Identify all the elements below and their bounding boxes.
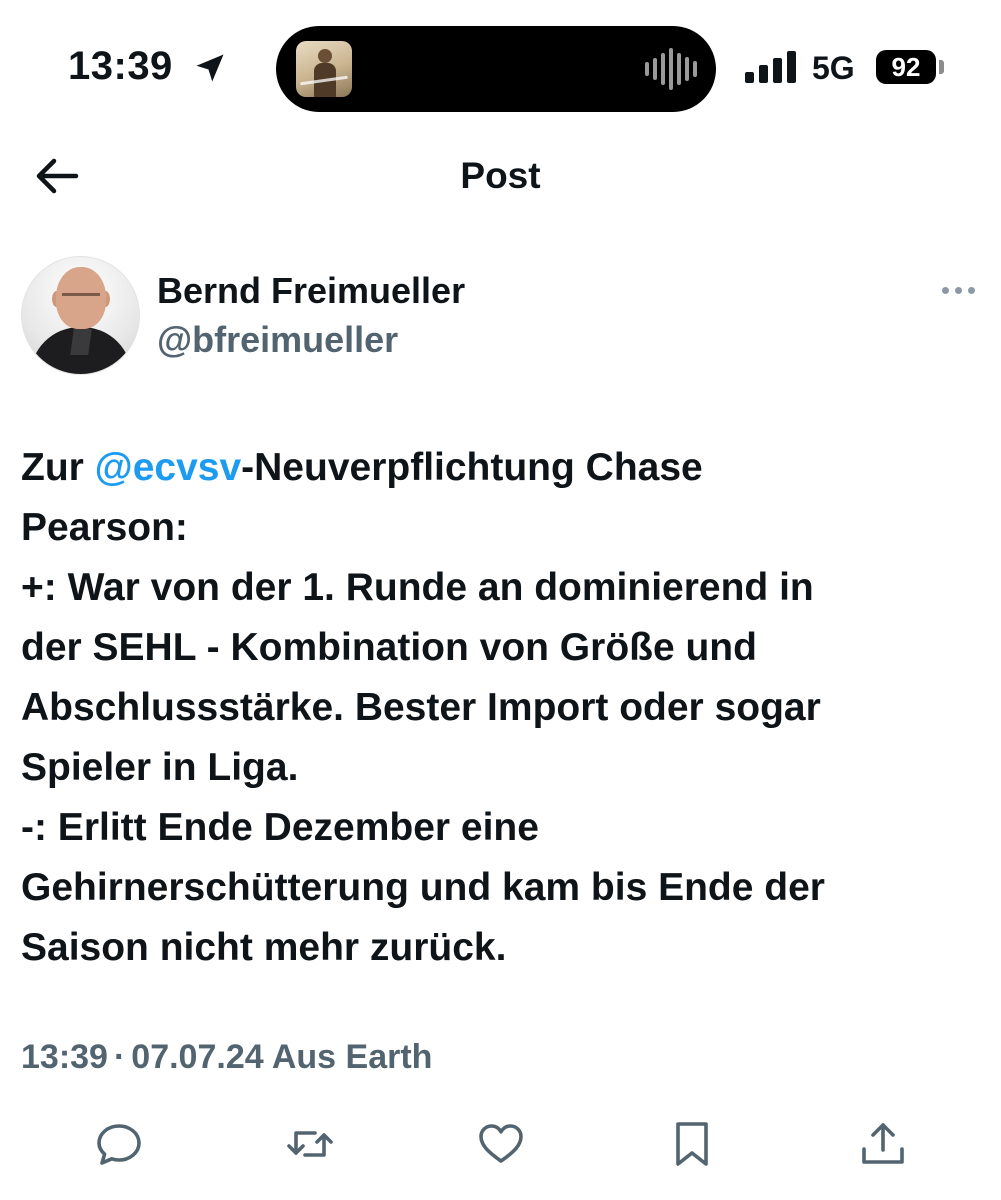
repost-icon: [287, 1131, 333, 1157]
tweet-line: Pearson:: [21, 506, 188, 549]
page-title: Post: [460, 155, 541, 196]
tweet-meta: 13:39 · 07.07.24 Aus Earth: [21, 1038, 432, 1077]
tweet-line: -: Erlitt Ende Dezember eine: [21, 806, 539, 849]
tweet-line: Abschlussstärke. Bester Import oder soga…: [21, 686, 821, 729]
tweet-line: Spieler in Liga.: [21, 746, 299, 789]
share-icon: [862, 1123, 904, 1164]
avatar[interactable]: [21, 256, 140, 375]
network-type: 5G: [812, 50, 855, 86]
share-button[interactable]: [858, 1119, 908, 1169]
tweet-line: +: War von der 1. Runde an dominierend i…: [21, 566, 814, 609]
tweet-line: Zur @ecvsv-Neuverpflichtung Chase: [21, 438, 981, 498]
author-name[interactable]: Bernd Freimueller: [157, 270, 465, 312]
tweet-line: Saison nicht mehr zurück.: [21, 926, 507, 969]
status-bar: 13:39 5G 92: [0, 0, 1001, 140]
reply-button[interactable]: [94, 1119, 144, 1169]
dynamic-island[interactable]: [276, 26, 716, 112]
more-button[interactable]: [938, 280, 978, 302]
like-heart-icon: [479, 1124, 523, 1163]
cellular-signal-icon: [745, 51, 796, 83]
bookmark-icon: [676, 1122, 708, 1166]
tweet-line: der SEHL - Kombination von Größe und: [21, 626, 757, 669]
bookmark-button[interactable]: [667, 1119, 717, 1169]
reply-icon: [97, 1124, 141, 1165]
more-horizontal-icon: [942, 287, 949, 294]
location-arrow-icon: [196, 54, 224, 82]
audio-waveform-icon: [645, 48, 697, 90]
tweet-time[interactable]: 13:39: [21, 1038, 108, 1076]
meta-separator: ·: [113, 1038, 126, 1076]
status-time: 13:39: [68, 44, 173, 88]
repost-button[interactable]: [285, 1119, 335, 1169]
tweet-date[interactable]: 07.07.24: [131, 1038, 263, 1076]
tweet-line: Gehirnerschütterung und kam bis Ende der: [21, 866, 825, 909]
tweet-text: Zur @ecvsv-Neuverpflichtung Chase Pearso…: [21, 438, 981, 978]
tweet-location: Aus Earth: [271, 1038, 433, 1076]
like-button[interactable]: [476, 1119, 526, 1169]
battery-tip: [939, 60, 944, 74]
tweet-text-segment: Zur: [21, 446, 95, 489]
tweet-text-segment: -Neuverpflichtung Chase: [241, 446, 703, 489]
battery-icon: 92: [876, 50, 936, 84]
now-playing-artwork[interactable]: [296, 41, 352, 97]
author-handle[interactable]: @bfreimueller: [157, 319, 398, 361]
mention-link[interactable]: @ecvsv: [95, 446, 241, 489]
